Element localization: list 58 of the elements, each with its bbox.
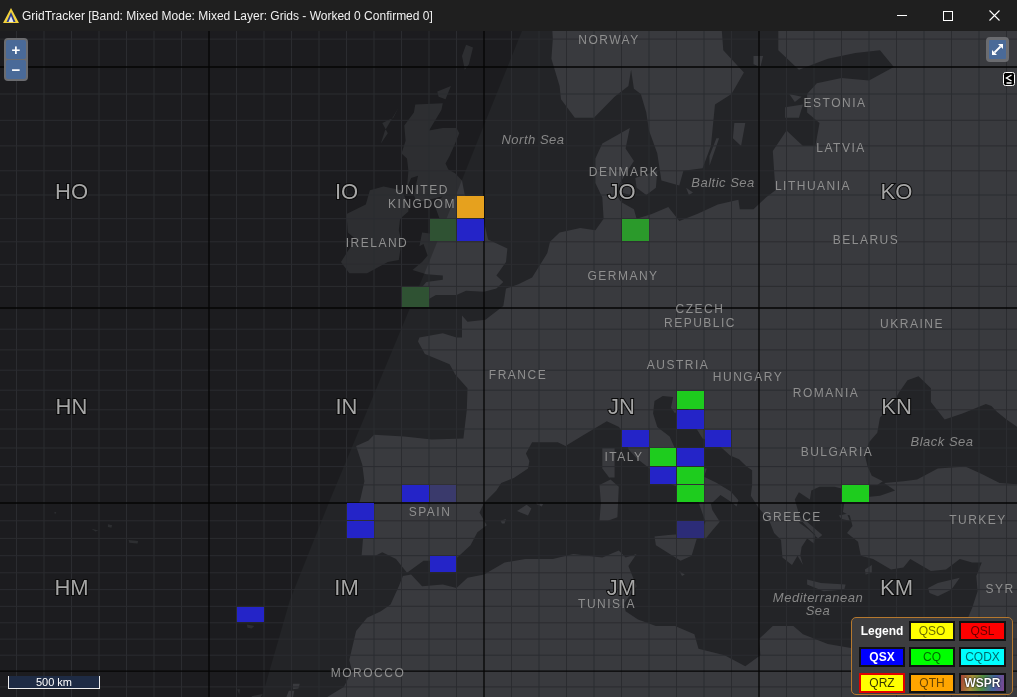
country-label: BULGARIA — [800, 445, 874, 459]
country-label: UNITED KINGDOM — [388, 183, 456, 211]
minimize-icon — [897, 15, 907, 16]
grid-field-label: HO — [55, 180, 88, 205]
grid-field-label: JN — [608, 395, 635, 420]
sea-label: Baltic Sea — [691, 175, 755, 189]
legend-item: QSL — [959, 621, 1006, 641]
close-icon — [988, 10, 1000, 21]
legend-item: WSPR — [959, 673, 1006, 693]
country-label: SYR — [985, 582, 1015, 596]
grid-field-label: HN — [55, 395, 88, 420]
legend-item: QTH — [909, 673, 955, 693]
legend-item: QSX — [859, 647, 905, 667]
country-label: MOROCCO — [330, 666, 406, 680]
grid-field-label: IO — [334, 180, 359, 205]
scale-bar: 500 km — [8, 676, 100, 689]
legend-item: CQ — [909, 647, 955, 667]
grid-field-label: IM — [334, 576, 359, 601]
grid-field-label: JO — [607, 180, 636, 205]
legend-title: Legend — [859, 623, 905, 640]
zoom-in-button[interactable]: + — [6, 40, 26, 59]
country-label: ROMANIA — [792, 386, 860, 400]
grid-field-label: KN — [881, 395, 912, 420]
country-label: CZECH REPUBLIC — [664, 302, 736, 330]
country-label: LATVIA — [816, 141, 866, 155]
country-label: IRELAND — [345, 236, 409, 250]
country-label: SPAIN — [408, 505, 452, 519]
grid-field-label: KM — [880, 576, 913, 601]
legend-item: QSO — [909, 621, 955, 641]
country-label: ITALY — [604, 450, 644, 464]
fullscreen-button[interactable] — [986, 37, 1009, 62]
grid-field-label: IN — [335, 395, 358, 420]
maximize-icon — [943, 10, 953, 21]
legend-item: QRZ — [859, 673, 905, 693]
window-title: GridTracker [Band: Mixed Mode: Mixed Layer: Grids - Worked 0 Confirmed 0] — [22, 7, 433, 25]
country-label: DENMARK — [588, 165, 660, 179]
country-label: GREECE — [762, 510, 822, 524]
grid-field-label: HM — [54, 576, 89, 601]
sea-label: North Sea — [501, 132, 565, 146]
app-logo-icon — [3, 8, 19, 23]
country-label: TUNISIA — [578, 597, 636, 611]
country-label: BELARUS — [832, 233, 900, 247]
country-label: UKRAINE — [880, 317, 944, 331]
zoom-out-button[interactable]: − — [6, 60, 26, 79]
chevron-toggle-icon[interactable] — [1003, 72, 1015, 86]
country-label: GERMANY — [587, 269, 659, 283]
country-label: NORWAY — [578, 33, 640, 47]
country-label: AUSTRIA — [646, 358, 710, 372]
country-label: FRANCE — [488, 368, 548, 382]
expand-icon — [992, 44, 1003, 55]
country-label: LITHUANIA — [774, 179, 852, 193]
country-label: TURKEY — [949, 513, 1007, 527]
legend-item: CQDX — [959, 647, 1006, 667]
country-label: HUNGARY — [712, 370, 784, 384]
country-label: ESTONIA — [803, 96, 867, 110]
grid-field-label: KO — [880, 180, 913, 205]
sea-label: Black Sea — [910, 434, 974, 448]
sea-label: Mediterranean Sea — [772, 591, 864, 617]
